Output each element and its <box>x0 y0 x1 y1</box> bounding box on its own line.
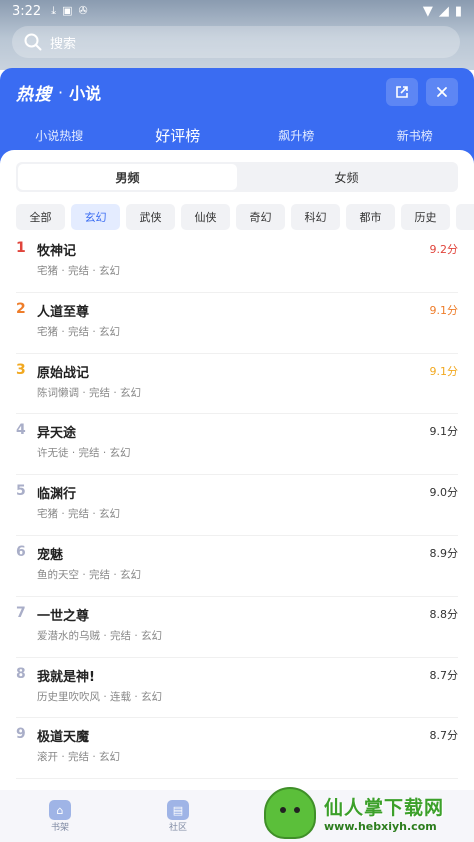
book-score: 8.7分 <box>429 729 459 743</box>
rank-number: 3 <box>16 361 26 378</box>
list-item[interactable]: 7 一世之尊 爱潜水的乌贼 · 完结 · 玄幻 8.8分 <box>16 597 458 658</box>
close-button[interactable] <box>426 78 458 106</box>
nav-bookshelf[interactable]: ⌂ 书架 <box>30 800 90 833</box>
category-urban[interactable]: 都市 <box>346 204 395 230</box>
rank-number: 9 <box>16 726 26 743</box>
category-chips: 全部 玄幻 武侠 仙侠 奇幻 科幻 都市 历史 军 <box>16 204 474 230</box>
book-score: 8.8分 <box>429 607 459 621</box>
category-history[interactable]: 历史 <box>401 204 450 230</box>
cactus-mascot-icon <box>264 787 316 839</box>
book-title: 原始战记 <box>37 365 90 381</box>
tab-good-reviews[interactable]: 好评榜 <box>123 125 233 155</box>
category-xuanhuan[interactable]: 玄幻 <box>71 204 120 230</box>
community-icon: ▤ <box>167 800 189 820</box>
list-item[interactable]: 5 临渊行 宅猪 · 完结 · 玄幻 9.0分 <box>16 475 458 536</box>
rank-number: 1 <box>16 240 26 256</box>
tab-new-books[interactable]: 新书榜 <box>360 127 470 144</box>
book-meta: 宅猪 · 完结 · 玄幻 <box>37 508 121 521</box>
nav-community[interactable]: ▤ 社区 <box>148 800 208 833</box>
download-icon: ⤓ <box>51 4 57 17</box>
book-title: 一世之尊 <box>37 608 90 624</box>
book-title: 极道天魔 <box>37 730 90 746</box>
hot-search-logo: 热搜 <box>16 84 52 105</box>
book-score: 9.2分 <box>429 243 459 256</box>
category-all[interactable]: 全部 <box>16 204 65 230</box>
rank-number: 4 <box>16 422 26 439</box>
tab-rising[interactable]: 飙升榜 <box>241 127 351 144</box>
search-icon <box>24 33 42 51</box>
open-external-button[interactable] <box>386 78 418 106</box>
open-external-icon <box>396 86 408 98</box>
book-meta: 许无徒 · 完结 · 玄幻 <box>37 447 131 460</box>
category-military[interactable]: 军 <box>456 204 474 230</box>
search-placeholder: 搜索 <box>50 36 77 52</box>
nav-community-label: 社区 <box>168 823 187 833</box>
ranking-sheet: 男频 女频 全部 玄幻 武侠 仙侠 奇幻 科幻 都市 历史 军 1 牧神记 宅猪… <box>0 150 474 842</box>
app-a-icon: ▣ <box>62 4 73 17</box>
search-input[interactable]: 搜索 <box>12 26 460 58</box>
book-score: 9.1分 <box>429 425 459 439</box>
tab-novel-hot[interactable]: 小说热搜 <box>4 127 114 144</box>
book-title: 牧神记 <box>37 244 77 259</box>
book-meta: 鱼的天空 · 完结 · 玄幻 <box>37 568 142 581</box>
bookshelf-icon: ⌂ <box>49 800 71 820</box>
watermark-url: www.hebxiyh.com <box>324 820 437 833</box>
rank-number: 2 <box>16 300 26 317</box>
status-bar: 3:22 ⤓ ▣ ✇ ▼ ◢ ▮ <box>0 0 474 22</box>
status-time: 3:22 <box>12 3 42 19</box>
category-xianxia[interactable]: 仙侠 <box>181 204 230 230</box>
panel-header: 热搜 · 小说 <box>0 68 474 116</box>
book-score: 9.1分 <box>429 364 459 378</box>
list-item[interactable]: 6 宠魅 鱼的天空 · 完结 · 玄幻 8.9分 <box>16 536 458 597</box>
app-game-icon: ✇ <box>78 4 88 17</box>
gender-switch: 男频 女频 <box>16 162 458 192</box>
book-meta: 滚开 · 完结 · 玄幻 <box>37 751 121 764</box>
list-item[interactable]: 3 原始战记 陈词懒调 · 完结 · 玄幻 9.1分 <box>16 354 458 415</box>
book-list: 1 牧神记 宅猪 · 完结 · 玄幻 9.2分 2 人道至尊 宅猪 · 完结 ·… <box>0 232 474 780</box>
tab-female[interactable]: 女频 <box>237 164 456 190</box>
watermark-title: 仙人掌下载网 <box>324 797 445 819</box>
book-score: 8.7分 <box>429 668 459 682</box>
rank-number: 7 <box>16 604 26 621</box>
rank-number: 5 <box>16 483 26 500</box>
category-fantasy[interactable]: 奇幻 <box>236 204 285 230</box>
list-item[interactable]: 8 我就是神! 历史里吹吹风 · 连载 · 玄幻 8.7分 <box>16 658 458 719</box>
panel-title: 小说 <box>69 84 102 103</box>
ranking-tabs: 小说热搜 好评榜 飙升榜 新书榜 <box>0 116 474 155</box>
tab-male[interactable]: 男频 <box>18 164 237 190</box>
category-wuxia[interactable]: 武侠 <box>126 204 175 230</box>
list-item[interactable]: 9 极道天魔 滚开 · 完结 · 玄幻 8.7分 <box>16 718 459 780</box>
list-item[interactable]: 2 人道至尊 宅猪 · 完结 · 玄幻 9.1分 <box>16 293 458 354</box>
rank-number: 8 <box>16 665 26 682</box>
category-scifi[interactable]: 科幻 <box>291 204 340 230</box>
book-score: 8.9分 <box>429 546 459 560</box>
signal-icon: ◢ <box>438 3 449 19</box>
book-score: 9.0分 <box>429 486 459 500</box>
close-icon <box>437 87 447 97</box>
book-score: 9.1分 <box>429 303 459 317</box>
book-meta: 爱潜水的乌贼 · 完结 · 玄幻 <box>37 629 163 642</box>
list-item[interactable]: 1 牧神记 宅猪 · 完结 · 玄幻 9.2分 <box>16 232 458 293</box>
book-title: 我就是神! <box>37 669 95 685</box>
rank-number: 6 <box>16 543 26 560</box>
battery-icon: ▮ <box>454 3 462 19</box>
book-title: 异天途 <box>37 426 77 442</box>
title-separator: · <box>58 82 64 102</box>
book-meta: 宅猪 · 完结 · 玄幻 <box>37 325 121 338</box>
watermark: 仙人掌下载网 www.hebxiyh.com <box>264 784 474 842</box>
wifi-icon: ▼ <box>422 3 433 19</box>
book-meta: 陈词懒调 · 完结 · 玄幻 <box>37 386 142 399</box>
book-title: 临渊行 <box>37 487 77 503</box>
book-title: 宠魅 <box>37 547 64 563</box>
book-title: 人道至尊 <box>37 304 90 320</box>
list-item[interactable]: 4 异天途 许无徒 · 完结 · 玄幻 9.1分 <box>16 414 459 476</box>
book-meta: 宅猪 · 完结 · 玄幻 <box>37 265 121 277</box>
nav-bookshelf-label: 书架 <box>50 823 69 833</box>
book-meta: 历史里吹吹风 · 连载 · 玄幻 <box>37 690 163 703</box>
